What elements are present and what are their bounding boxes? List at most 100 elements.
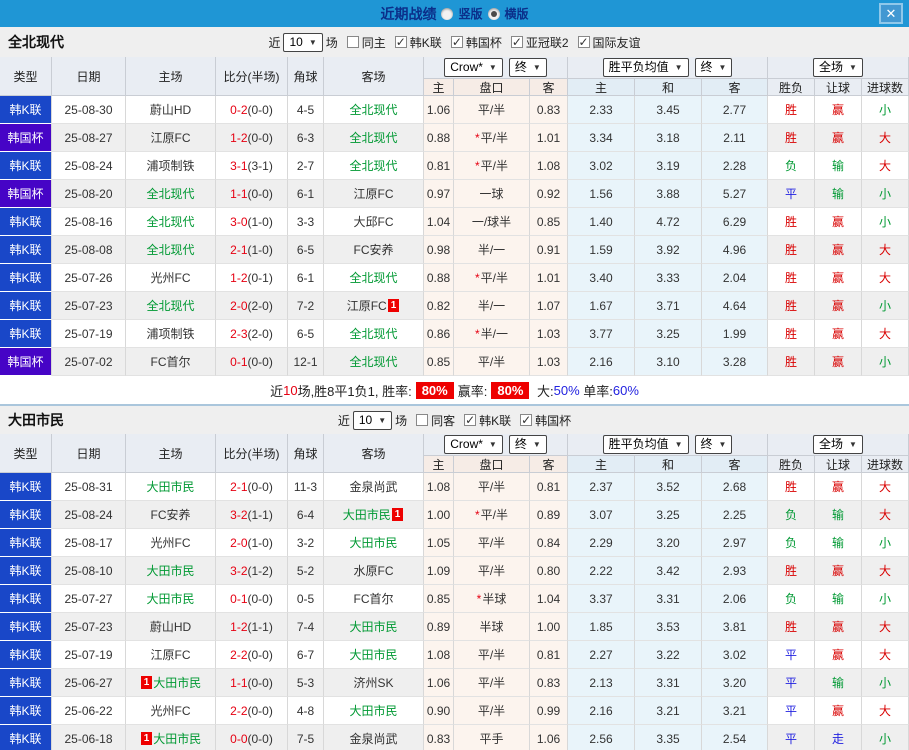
corner-count: 6-1 <box>288 264 324 292</box>
avg-type-select[interactable]: 胜平负均值 ▼ <box>602 435 689 454</box>
vertical-layout-label[interactable]: 竖版 <box>458 5 482 22</box>
same-venue-checkbox[interactable] <box>416 414 429 426</box>
score-cell: 2-2 (0-0) <box>216 697 288 725</box>
corner-count: 7-4 <box>288 613 324 641</box>
sub-column-header: 客 <box>530 455 568 472</box>
match-result: 负 <box>768 585 815 613</box>
full-time-score: 1-2 <box>230 130 248 145</box>
horizontal-layout-radio[interactable] <box>487 7 500 20</box>
match-count-select[interactable]: 10 ▼ <box>283 32 323 52</box>
odds-away-value: 0.83 <box>530 96 568 124</box>
sub-column-header: 和 <box>635 455 702 472</box>
vertical-layout-radio[interactable] <box>441 7 454 20</box>
avg-away-value: 3.02 <box>702 641 768 669</box>
odds-away-value: 0.92 <box>530 180 568 208</box>
full-time-score: 0-2 <box>230 102 248 117</box>
same-venue-checkbox[interactable] <box>346 36 359 48</box>
half-time-score: (1-0) <box>247 535 273 550</box>
match-count-select-value: 10 <box>358 412 373 427</box>
avg-home-value: 1.85 <box>568 613 635 641</box>
league-badge: 韩国杯 <box>0 124 52 152</box>
away-team-cell: 水原FC <box>324 557 424 585</box>
close-button[interactable]: ✕ <box>879 3 903 24</box>
handicap-name: 半/一 <box>477 243 506 257</box>
avg-home-value: 2.27 <box>568 641 635 669</box>
score-cell: 1-1 (0-0) <box>216 180 288 208</box>
score-cell: 3-0 (1-0) <box>216 208 288 236</box>
league-filter-checkbox[interactable] <box>464 413 477 427</box>
odds-final-select[interactable]: 终 ▼ <box>508 435 547 454</box>
odds-company-select[interactable]: Crow* ▼ <box>444 58 503 77</box>
away-team-cell: 大田市民 <box>324 697 424 725</box>
league-filter-checkbox[interactable] <box>450 35 463 49</box>
league-filter-checkbox[interactable] <box>394 35 407 49</box>
home-team-cell: 全北现代 <box>126 180 216 208</box>
avg-draw-value: 3.88 <box>635 180 702 208</box>
match-date: 25-07-23 <box>52 292 126 320</box>
sub-column-header: 进球数 <box>862 78 909 95</box>
league-badge: 韩K联 <box>0 697 52 725</box>
sub-column-header: 主 <box>424 78 454 95</box>
chevron-down-icon: ▼ <box>674 63 683 72</box>
odds-away-value: 0.84 <box>530 529 568 557</box>
home-team-name: 全北现代 <box>146 215 195 229</box>
odds-company-select[interactable]: Crow* ▼ <box>444 435 503 454</box>
sub-column-header: 进球数 <box>862 455 909 472</box>
half-time-score: (1-1) <box>247 619 273 634</box>
horizontal-layout-label[interactable]: 横版 <box>505 5 529 22</box>
match-result: 负 <box>768 501 815 529</box>
sub-column-header: 客 <box>702 78 768 95</box>
half-time-score: (1-0) <box>247 242 273 257</box>
league-badge: 韩K联 <box>0 236 52 264</box>
match-count-select[interactable]: 10 ▼ <box>352 410 393 430</box>
odds-away-value: 0.81 <box>530 473 568 501</box>
odds-home-value: 1.00 <box>424 501 454 529</box>
corner-count: 12-1 <box>288 348 324 376</box>
handicap-cell: 平/半 <box>454 641 530 669</box>
avg-final-select[interactable]: 终 ▼ <box>694 435 733 454</box>
summary-segment: 10 <box>283 382 298 398</box>
match-row: 韩国杯 25-08-27 江原FC 1-2 (0-0) 6-3 全北现代 0.88 * 平/半 1.… <box>0 124 909 152</box>
handicap-name: 平手 <box>479 732 504 746</box>
summary-segment: 赢率: <box>457 383 488 399</box>
odds-away-value: 1.03 <box>530 348 568 376</box>
avg-final-select-value: 终 <box>700 437 713 451</box>
goals-result: 小 <box>862 725 909 750</box>
chevron-down-icon: ▼ <box>378 415 387 425</box>
home-team-name: 大田市民 <box>146 592 195 606</box>
handicap-cell: 平/半 <box>454 529 530 557</box>
home-team-cell: 江原FC <box>126 641 216 669</box>
avg-draw-value: 3.33 <box>635 264 702 292</box>
odds-away-value: 0.83 <box>530 669 568 697</box>
league-filter-checkbox[interactable] <box>520 413 533 427</box>
chevron-down-icon: ▼ <box>718 63 727 72</box>
score-cell: 1-1 (0-0) <box>216 669 288 697</box>
avg-type-select[interactable]: 胜平负均值 ▼ <box>602 58 689 77</box>
league-filter-checkbox[interactable] <box>510 35 523 49</box>
matches-label: 场 <box>395 413 408 428</box>
full-time-score: 2-2 <box>230 647 248 662</box>
full-match-select[interactable]: 全场 ▼ <box>813 58 863 77</box>
handicap-name: 平/半 <box>480 131 508 145</box>
col-header-corner: 角球 <box>288 57 324 95</box>
avg-away-value: 3.81 <box>702 613 768 641</box>
league-filter-checkbox[interactable] <box>577 35 590 49</box>
full-time-score: 2-0 <box>230 298 248 313</box>
col-header-away: 客场 <box>324 57 424 95</box>
sub-column-header: 让球 <box>815 78 862 95</box>
odds-final-select[interactable]: 终 ▼ <box>508 58 547 77</box>
odds-away-value: 0.91 <box>530 236 568 264</box>
avg-final-select[interactable]: 终 ▼ <box>694 58 733 77</box>
handicap-result: 赢 <box>815 320 862 348</box>
match-count-select-value: 10 <box>289 34 303 49</box>
full-time-score: 2-1 <box>230 479 248 494</box>
handicap-cell: 平/半 <box>454 557 530 585</box>
home-team-cell: 1 大田市民 <box>126 669 216 697</box>
match-row: 韩K联 25-08-17 光州FC 2-0 (1-0) 3-2 大田市民 1.05 平/半 0.8… <box>0 529 909 557</box>
away-team-name: 大邱FC <box>353 215 394 229</box>
match-row: 韩K联 25-08-24 FC安养 3-2 (1-1) 6-4 大田市民 1 1.00 * 平/半 0… <box>0 501 909 529</box>
full-match-select[interactable]: 全场 ▼ <box>813 435 863 454</box>
league-badge: 韩K联 <box>0 529 52 557</box>
full-match-select-value: 全场 <box>819 60 844 74</box>
fullmatch-group-header: 全场 ▼ <box>768 57 909 78</box>
